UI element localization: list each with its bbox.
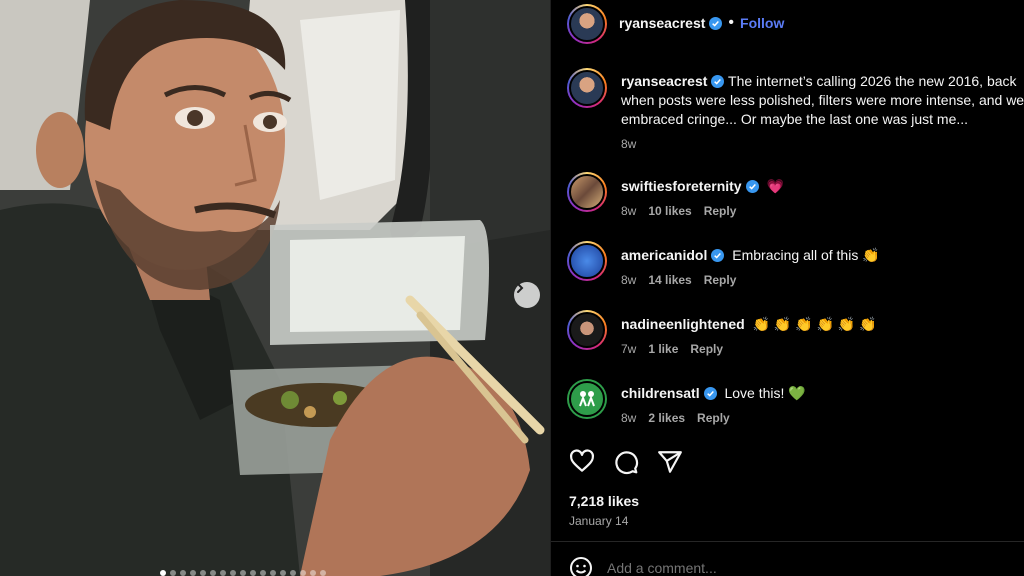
comment-input[interactable] [607, 560, 907, 576]
caption-time[interactable]: 8w [621, 135, 1024, 154]
like-count[interactable]: 7,218 likes [569, 493, 639, 509]
next-photo-button[interactable] [514, 282, 540, 308]
carousel-dot [180, 570, 186, 576]
post-photo[interactable] [0, 0, 550, 576]
caption-line: when posts were less polished, filters w… [621, 92, 1024, 108]
carousel-dot [240, 570, 246, 576]
commenter-avatar[interactable] [567, 172, 607, 212]
commenter-avatar[interactable] [567, 379, 607, 419]
comment-username[interactable]: nadineenlightened [621, 316, 745, 332]
follow-button[interactable]: Follow [740, 15, 784, 31]
carousel-dot [260, 570, 266, 576]
post-details-panel: ryanseacrest • Follow ryanseacrest The i… [550, 0, 1024, 576]
commenter-avatar[interactable] [567, 310, 607, 350]
divider [551, 541, 1024, 542]
post-date: January 14 [569, 514, 629, 528]
verified-badge-icon [711, 249, 725, 262]
comment-likes[interactable]: 10 likes [648, 204, 691, 218]
comment-text: 💗 [766, 178, 784, 194]
reply-button[interactable]: Reply [690, 342, 723, 356]
reply-button[interactable]: Reply [697, 411, 730, 425]
comment-time[interactable]: 8w [621, 204, 636, 218]
emoji-icon[interactable] [569, 556, 593, 576]
post-caption: ryanseacrest The internet’s calling 2026… [621, 72, 1024, 154]
share-icon[interactable] [657, 449, 683, 475]
verified-badge-icon [703, 387, 717, 400]
carousel-dot [290, 570, 296, 576]
comment-username[interactable]: childrensatl [621, 385, 700, 401]
separator-dot: • [728, 14, 735, 31]
author-username[interactable]: ryanseacrest [619, 15, 705, 31]
reply-button[interactable]: Reply [704, 273, 737, 287]
comment-time[interactable]: 7w [621, 342, 636, 356]
comment-text: Love this! 💚 [724, 385, 806, 401]
comment-likes[interactable]: 1 like [648, 342, 678, 356]
carousel-dot [160, 570, 166, 576]
verified-badge-icon [711, 75, 725, 88]
childrens-logo-icon [579, 391, 595, 407]
carousel-dot [190, 570, 196, 576]
verified-badge-icon [709, 16, 723, 30]
comment-icon[interactable] [613, 449, 639, 475]
post-header: ryanseacrest • Follow [551, 0, 1024, 48]
reply-button[interactable]: Reply [704, 204, 737, 218]
comment-item: childrensatl Love this! 💚 8w 2 likes Rep… [621, 384, 1024, 425]
carousel-dot [250, 570, 256, 576]
caption-line: embraced cringe... Or maybe the last one… [621, 111, 969, 127]
carousel-dot [310, 570, 316, 576]
author-avatar[interactable] [567, 4, 607, 44]
carousel-dot [230, 570, 236, 576]
chevron-right-icon [517, 283, 524, 293]
carousel-dots [160, 570, 326, 576]
heart-icon[interactable] [569, 449, 595, 475]
carousel-dot [170, 570, 176, 576]
carousel-dot [220, 570, 226, 576]
comment-likes[interactable]: 2 likes [648, 411, 685, 425]
carousel-dot [200, 570, 206, 576]
comment-time[interactable]: 8w [621, 273, 636, 287]
caption-author-avatar[interactable] [567, 68, 607, 108]
carousel-dot [210, 570, 216, 576]
comment-item: nadineenlightened 👏 👏 👏 👏 👏 👏 7w 1 like … [621, 315, 1024, 356]
verified-badge-icon [745, 180, 759, 193]
comment-username[interactable]: americanidol [621, 247, 707, 263]
comment-text: Embracing all of this 👏 [732, 247, 880, 263]
comment-likes[interactable]: 14 likes [648, 273, 691, 287]
add-comment-bar [569, 556, 907, 576]
caption-author-username[interactable]: ryanseacrest [621, 73, 707, 89]
post-actions [569, 449, 683, 475]
comment-time[interactable]: 8w [621, 411, 636, 425]
post-image [0, 0, 550, 576]
carousel-dot [320, 570, 326, 576]
caption-line: The internet’s calling 2026 the new 2016… [728, 73, 1017, 89]
carousel-dot [300, 570, 306, 576]
comment-item: swiftiesforeternity 💗 8w 10 likes Reply [621, 177, 1024, 218]
comment-text: 👏 👏 👏 👏 👏 👏 [752, 316, 877, 332]
commenter-avatar[interactable] [567, 241, 607, 281]
comment-username[interactable]: swiftiesforeternity [621, 178, 742, 194]
carousel-dot [270, 570, 276, 576]
comment-item: americanidol Embracing all of this 👏 8w … [621, 246, 1024, 287]
carousel-dot [280, 570, 286, 576]
